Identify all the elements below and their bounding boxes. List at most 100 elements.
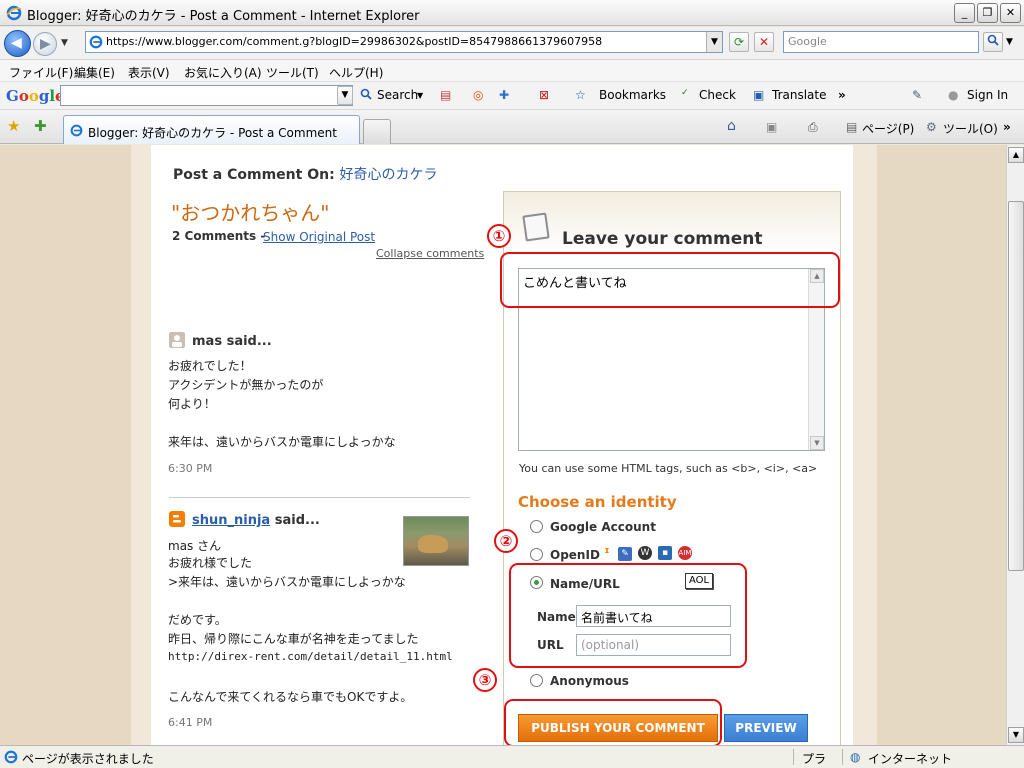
favorites-star-icon[interactable]: ★ <box>7 117 20 135</box>
stop-button[interactable]: ✕ <box>754 32 774 52</box>
page-status-icon <box>4 750 18 764</box>
pencil-note-icon <box>522 212 550 242</box>
livejournal-icon[interactable]: ✎ <box>618 547 632 561</box>
page-viewport: Post a Comment On: 好奇心のカケラ "おつかれちゃん" 2 C… <box>0 145 1006 745</box>
wrench-icon[interactable]: ✎ <box>912 88 922 102</box>
menu-tools[interactable]: ツール(T) <box>266 64 319 81</box>
feeds-icon[interactable]: ▣ <box>766 120 777 134</box>
new-tab-button[interactable] <box>363 119 391 144</box>
menu-view[interactable]: 表示(V) <box>128 64 170 81</box>
plus-icon[interactable]: ✚ <box>499 88 509 102</box>
spiral-icon[interactable]: ◎ <box>473 88 483 102</box>
post-title: "おつかれちゃん" <box>171 201 330 225</box>
option-openid-label[interactable]: OpenID <box>550 548 600 562</box>
history-dropdown-icon[interactable]: ▼ <box>61 38 68 48</box>
collapse-comments-link[interactable]: Collapse comments <box>376 247 484 260</box>
menu-file[interactable]: ファイル(F) <box>9 64 73 81</box>
typepad-icon[interactable]: ▪ <box>658 546 672 560</box>
maximize-button[interactable]: ❐ <box>977 3 998 23</box>
scrollbar-thumb[interactable] <box>1008 201 1024 571</box>
menu-edit[interactable]: 編集(E) <box>74 64 115 81</box>
bookmark-star-icon[interactable]: ☆ <box>575 88 586 102</box>
news-icon[interactable]: ▤ <box>440 88 451 102</box>
radio-google-account[interactable] <box>530 520 543 533</box>
search-icon[interactable] <box>360 88 372 103</box>
google-search-dropdown-icon[interactable]: ▼ <box>337 86 353 105</box>
tab-blogger-post-comment[interactable]: Blogger: 好奇心のカケラ - Post a Comment <box>63 115 360 144</box>
heading-prefix: Post a Comment On: <box>173 167 335 183</box>
radio-openid[interactable] <box>530 548 543 561</box>
globe-icon: ◍ <box>850 750 861 764</box>
google-logo: Google <box>6 87 65 105</box>
popup-blocker-icon[interactable]: ⊠ <box>539 88 549 102</box>
tools-menu[interactable]: ツール(O) <box>943 120 998 137</box>
google-toolbar: Google ▼ Search ▼ ▤ ◎ ✚ ⊠ ☆ Bookmarks ✓ … <box>0 82 1024 110</box>
minimize-button[interactable]: _ <box>954 3 975 23</box>
add-favorite-icon[interactable]: ✚ <box>34 117 47 135</box>
comment-line: お疲れでした！ <box>168 359 252 373</box>
wordpress-icon[interactable]: W <box>638 546 652 560</box>
print-icon[interactable]: ⎙ <box>808 120 818 135</box>
right-border-stripe <box>853 145 877 745</box>
translate-button[interactable]: Translate <box>772 88 827 102</box>
security-zone[interactable]: インターネット <box>868 750 952 767</box>
comment-line: 来年は、遠いからバスか電車にしよっかな <box>168 435 396 449</box>
address-bar[interactable]: https://www.blogger.com/comment.g?blogID… <box>85 31 723 53</box>
check-button[interactable]: Check <box>699 88 736 102</box>
comment-line: お疲れ様でした <box>168 556 253 570</box>
menu-favorites[interactable]: お気に入り(A) <box>184 64 262 81</box>
annotation-box-identity <box>509 563 747 668</box>
radio-anonymous[interactable] <box>530 674 543 687</box>
page-icon: ▤ <box>846 120 858 134</box>
comment-timestamp[interactable]: 6:30 PM <box>168 462 212 475</box>
comment-line: >来年は、遠いからバスか電車にしよっかな <box>168 575 406 589</box>
scroll-down-icon[interactable]: ▼ <box>810 436 824 450</box>
close-window-button[interactable]: ✕ <box>1000 3 1021 23</box>
aim-icon[interactable]: AIM <box>678 546 692 560</box>
spellcheck-icon[interactable]: ✓ <box>681 88 689 98</box>
blog-name-link[interactable]: 好奇心のカケラ <box>340 167 438 183</box>
google-search-box[interactable]: Google <box>783 31 979 53</box>
search-dropdown-icon[interactable]: ▼ <box>417 91 423 100</box>
comment-timestamp[interactable]: 6:41 PM <box>168 716 212 729</box>
tab-bar: ★ ✚ Blogger: 好奇心のカケラ - Post a Comment ⌂ … <box>0 110 1024 144</box>
address-url[interactable]: https://www.blogger.com/comment.g?blogID… <box>106 35 602 48</box>
show-original-post-link[interactable]: Show Original Post <box>263 230 375 244</box>
sign-in-button[interactable]: Sign In <box>967 88 1008 102</box>
more-chevron-button[interactable]: » <box>838 88 846 102</box>
search-button[interactable] <box>983 32 1003 52</box>
tab-more-chevron[interactable]: » <box>1003 120 1011 134</box>
author-profile-link[interactable]: shun_ninja <box>192 513 270 528</box>
comment-line: こんなんで来てくれるなら車でもOKですよ。 <box>168 690 413 704</box>
openid-icon[interactable]: ɪ <box>600 544 614 558</box>
page-scrollbar[interactable]: ▲ ▼ <box>1006 145 1024 745</box>
toolbar-search-button[interactable]: Search <box>377 88 418 102</box>
forward-button[interactable]: ▶ <box>33 32 57 56</box>
google-toolbar-search-input[interactable] <box>60 85 353 106</box>
option-anonymous-label[interactable]: Anonymous <box>550 674 629 688</box>
arrow-left-icon: ◀ <box>11 35 22 51</box>
home-icon[interactable]: ⌂ <box>727 118 736 134</box>
menu-help[interactable]: ヘルプ(H) <box>329 64 383 81</box>
translate-icon[interactable]: ▣ <box>753 88 764 102</box>
author-avatar-photo[interactable] <box>403 516 469 566</box>
comment-line: 昨日、帰り際にこんな車が名神を走ってました <box>168 632 419 646</box>
user-icon <box>169 332 185 348</box>
bookmarks-button[interactable]: Bookmarks <box>599 88 666 102</box>
option-google-account-label[interactable]: Google Account <box>550 520 656 534</box>
scroll-up-arrow-icon[interactable]: ▲ <box>1008 147 1024 163</box>
comment-line: mas さん <box>168 539 222 553</box>
scroll-down-arrow-icon[interactable]: ▼ <box>1008 727 1024 743</box>
preview-button[interactable]: PREVIEW <box>724 714 808 742</box>
refresh-button[interactable]: ⟳ <box>729 32 749 52</box>
left-border-stripe <box>131 145 151 745</box>
back-button[interactable]: ◀ <box>4 30 31 57</box>
page-menu[interactable]: ページ(P) <box>862 120 914 137</box>
address-dropdown-icon[interactable]: ▼ <box>706 32 722 52</box>
blogger-icon <box>169 511 185 527</box>
author-said: said... <box>226 334 272 349</box>
gear-icon: ⚙ <box>926 120 937 134</box>
search-options-dropdown-icon[interactable]: ▼ <box>1006 37 1013 47</box>
choose-identity-heading: Choose an identity <box>518 493 677 511</box>
status-separator <box>793 749 794 765</box>
